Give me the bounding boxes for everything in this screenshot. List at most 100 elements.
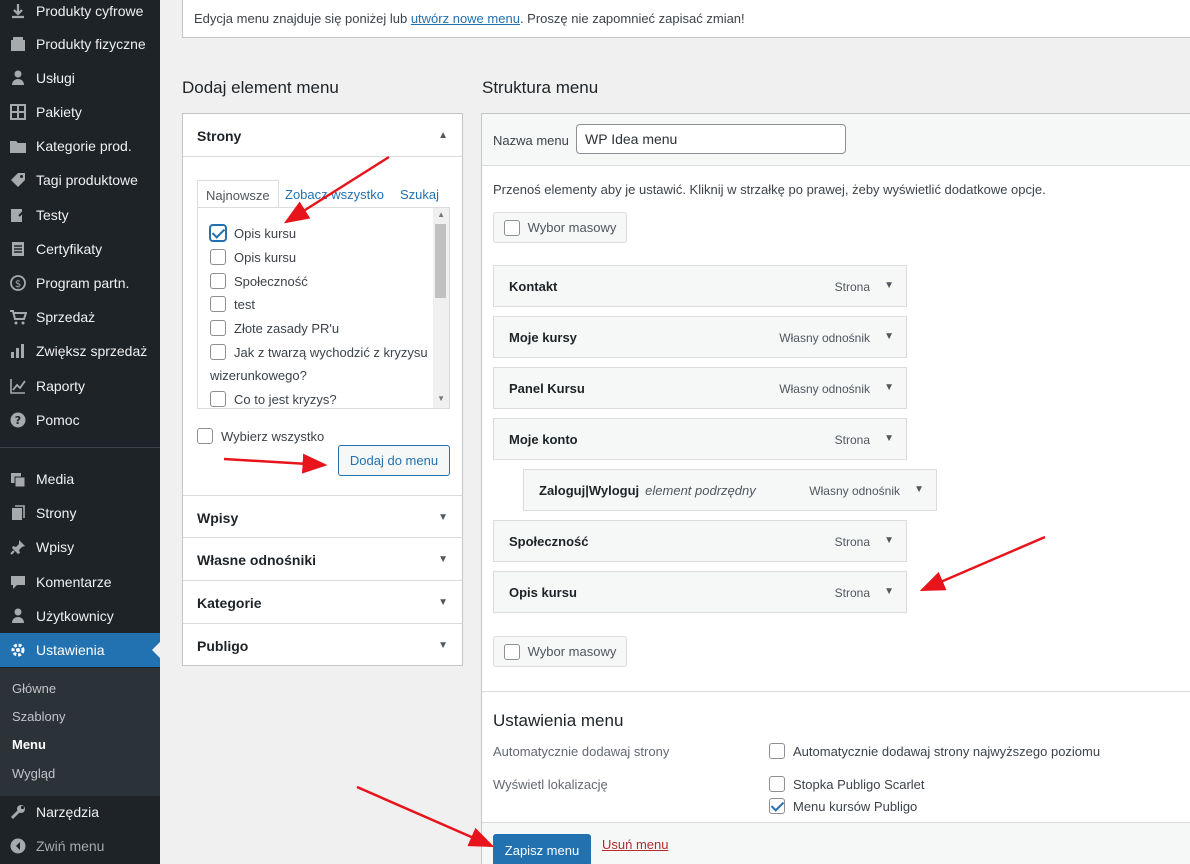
submenu-menu[interactable]: Menu — [12, 737, 46, 752]
list-item[interactable]: Jak z twarzą wychodzić z kryzysu — [210, 344, 428, 360]
chevron-down-icon: ▼ — [438, 512, 448, 523]
tab-view-all[interactable]: Zobacz wszystko — [277, 180, 392, 208]
sidebar-item-tests[interactable]: Testy — [0, 198, 160, 232]
submenu-general[interactable]: Główne — [12, 681, 56, 696]
add-to-menu-button[interactable]: Dodaj do menu — [338, 445, 450, 476]
menu-item[interactable]: Kontakt Strona ▼ — [493, 265, 907, 307]
sidebar-item-product-tags[interactable]: Tagi produktowe — [0, 163, 160, 197]
chevron-down-icon[interactable]: ▼ — [884, 280, 894, 291]
sidebar-collapse-menu[interactable]: Zwiń menu — [0, 829, 160, 863]
chevron-down-icon[interactable]: ▼ — [914, 484, 924, 495]
menu-structure-panel: Nazwa menu WP Idea menu Przenoś elementy… — [481, 113, 1190, 864]
submenu-templates[interactable]: Szablony — [12, 709, 65, 724]
scroll-up-icon[interactable]: ▲ — [437, 210, 445, 219]
sidebar-item-help[interactable]: ? Pomoc — [0, 403, 160, 437]
accordion-custom-links-header[interactable]: Własne odnośniki ▼ — [183, 538, 462, 581]
delete-menu-link[interactable]: Usuń menu — [602, 837, 668, 852]
pin-icon — [0, 538, 36, 556]
chevron-down-icon[interactable]: ▼ — [884, 586, 894, 597]
menu-name-bar: Nazwa menu WP Idea menu — [482, 114, 1190, 166]
sidebar-item-bundles[interactable]: Pakiety — [0, 95, 160, 129]
location-option[interactable]: Menu kursów Publigo — [769, 798, 917, 814]
tab-search[interactable]: Szukaj — [392, 180, 447, 208]
checkbox[interactable] — [503, 219, 520, 236]
checkbox[interactable] — [503, 643, 520, 660]
list-scrollbar[interactable]: ▲ ▼ — [433, 208, 449, 408]
chevron-down-icon[interactable]: ▼ — [884, 382, 894, 393]
settings-submenu: Główne Szablony Menu Wygląd — [0, 668, 160, 796]
chevron-down-icon[interactable]: ▼ — [884, 535, 894, 546]
comment-icon — [0, 573, 36, 591]
menu-item[interactable]: Panel Kursu Własny odnośnik ▼ — [493, 367, 907, 409]
grid-icon — [0, 103, 36, 121]
sidebar-item-pages[interactable]: Strony — [0, 496, 160, 530]
list-item-continuation: wizerunkowego? — [210, 368, 307, 383]
select-all[interactable]: Wybierz wszystko — [197, 428, 324, 444]
sidebar-item-media[interactable]: Media — [0, 462, 160, 496]
location-option[interactable]: Stopka Publigo Scarlet — [769, 776, 925, 792]
list-item[interactable]: test — [210, 296, 255, 312]
checkbox[interactable] — [769, 743, 785, 759]
auto-add-pages-option[interactable]: Automatycznie dodawaj strony najwyższego… — [769, 743, 1100, 759]
checkbox[interactable] — [210, 344, 226, 360]
sidebar-item-users[interactable]: Użytkownicy — [0, 599, 160, 633]
checkbox[interactable] — [769, 798, 785, 814]
list-item[interactable]: Co to jest kryzys? — [210, 391, 337, 407]
tag-icon — [0, 171, 36, 189]
sidebar-item-settings[interactable]: Ustawienia — [0, 633, 160, 667]
save-menu-button[interactable]: Zapisz menu — [493, 834, 591, 864]
help-icon: ? — [0, 411, 36, 429]
sidebar-item-comments[interactable]: Komentarze — [0, 565, 160, 599]
svg-text:?: ? — [15, 414, 21, 427]
chevron-down-icon[interactable]: ▼ — [884, 433, 894, 444]
menu-structure-heading: Struktura menu — [482, 78, 599, 97]
tab-most-recent[interactable]: Najnowsze — [197, 180, 279, 208]
list-item[interactable]: Społeczność — [210, 273, 308, 289]
checkbox[interactable] — [210, 296, 226, 312]
dollar-icon: $ — [0, 274, 36, 292]
menu-item[interactable]: Moje konto Strona ▼ — [493, 418, 907, 460]
menu-name-input[interactable]: WP Idea menu — [576, 124, 846, 154]
bulk-select-button-bottom[interactable]: Wybor masowy — [493, 636, 627, 667]
checkbox[interactable] — [210, 320, 226, 336]
scroll-down-icon[interactable]: ▼ — [437, 394, 445, 403]
checkbox[interactable] — [210, 249, 226, 265]
bulk-select-button-top[interactable]: Wybor masowy — [493, 212, 627, 243]
sidebar-item-tools[interactable]: Narzędzia — [0, 795, 160, 829]
accordion-categories-header[interactable]: Kategorie ▼ — [183, 581, 462, 624]
sidebar-item-digital-products[interactable]: Produkty cyfrowe — [0, 0, 160, 28]
sidebar-item-posts[interactable]: Wpisy — [0, 530, 160, 564]
accordion-publigo-header[interactable]: Publigo ▼ — [183, 624, 462, 667]
sidebar-item-certificates[interactable]: Certyfikaty — [0, 232, 160, 266]
menu-item[interactable]: Moje kursy Własny odnośnik ▼ — [493, 316, 907, 358]
checkbox[interactable] — [210, 391, 226, 407]
sidebar-item-increase-sales[interactable]: Zwiększ sprzedaż — [0, 334, 160, 368]
users-icon — [0, 607, 36, 625]
list-item[interactable]: Opis kursu — [210, 249, 296, 265]
chevron-down-icon: ▼ — [438, 597, 448, 608]
accordion-pages-header[interactable]: Strony ▲ — [183, 114, 462, 157]
line-chart-icon — [0, 377, 36, 395]
menu-item[interactable]: Społeczność Strona ▼ — [493, 520, 907, 562]
checkbox[interactable] — [210, 225, 226, 241]
chevron-down-icon[interactable]: ▼ — [884, 331, 894, 342]
menu-item[interactable]: Opis kursu Strona ▼ — [493, 571, 907, 613]
sidebar-item-physical-products[interactable]: Produkty fizyczne — [0, 27, 160, 61]
list-item[interactable]: Złote zasady PR'u — [210, 320, 339, 336]
menu-item-child[interactable]: Zaloguj|Wyloguj element podrzędny Własny … — [523, 469, 937, 511]
collapse-icon — [0, 837, 36, 855]
checkbox[interactable] — [769, 776, 785, 792]
sidebar-item-services[interactable]: Usługi — [0, 61, 160, 95]
sidebar-item-product-categories[interactable]: Kategorie prod. — [0, 129, 160, 163]
submenu-appearance[interactable]: Wygląd — [12, 766, 55, 781]
checkbox[interactable] — [197, 428, 213, 444]
scroll-thumb[interactable] — [435, 224, 446, 298]
sidebar-item-reports[interactable]: Raporty — [0, 369, 160, 403]
accordion-posts-header[interactable]: Wpisy ▼ — [183, 495, 462, 538]
sidebar-item-sales[interactable]: Sprzedaż — [0, 300, 160, 334]
create-new-menu-link[interactable]: utwórz nowe menu — [411, 11, 520, 26]
sidebar-item-affiliate[interactable]: $ Program partn. — [0, 266, 160, 300]
list-item[interactable]: Opis kursu — [210, 225, 296, 241]
checkbox[interactable] — [210, 273, 226, 289]
add-menu-items-heading: Dodaj element menu — [182, 78, 339, 97]
